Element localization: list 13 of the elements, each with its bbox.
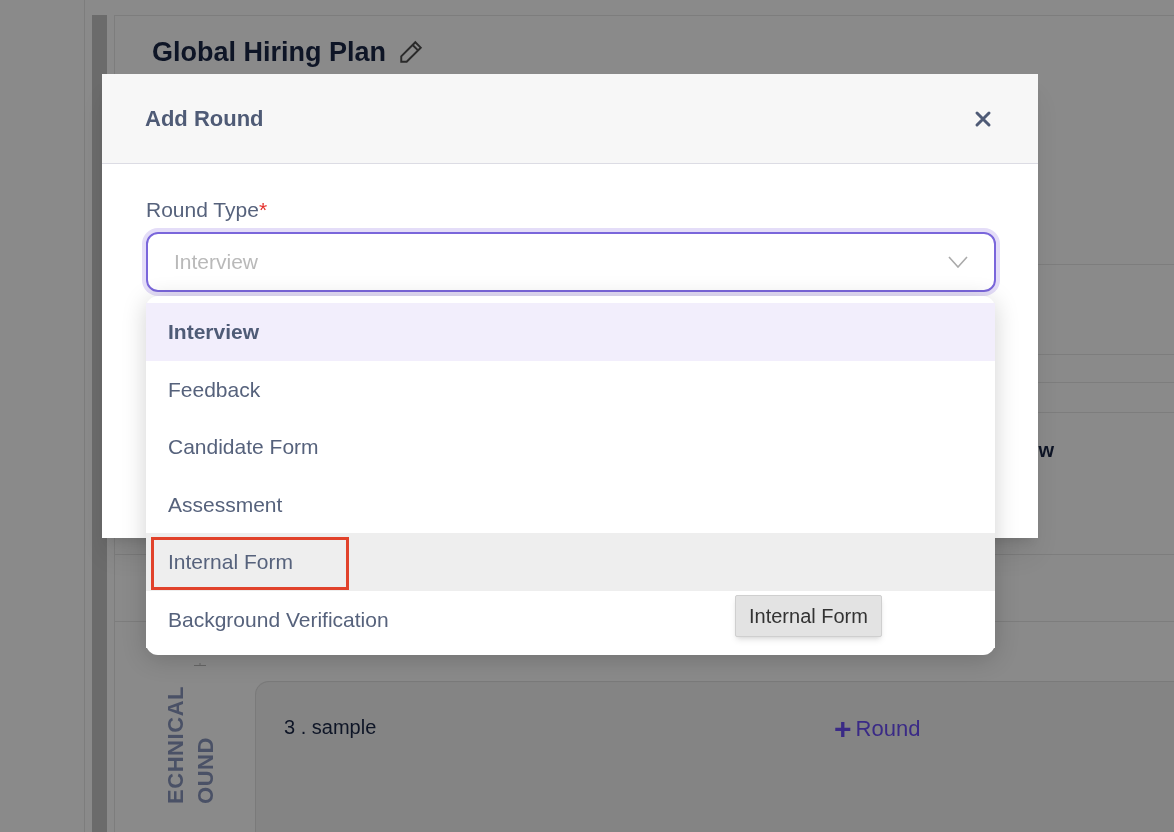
dropdown-option[interactable]: Internal Form	[146, 533, 995, 591]
dropdown-option[interactable]: Candidate Form	[146, 418, 995, 476]
dropdown-option[interactable]: Assessment	[146, 475, 995, 533]
dialog-title: Add Round	[145, 105, 264, 133]
page-title: Global Hiring Plan	[152, 35, 387, 69]
row-text: w	[1038, 438, 1054, 463]
dropdown-option[interactable]: Interview	[146, 303, 995, 361]
tooltip: Internal Form	[735, 595, 882, 637]
stage-label: OUND	[193, 737, 219, 804]
card-title: 3 . sample	[284, 715, 378, 740]
stage-label: ECHNICAL	[163, 685, 189, 804]
dropdown-option[interactable]: Feedback	[146, 360, 995, 418]
field-label: Round Type*	[146, 198, 268, 221]
